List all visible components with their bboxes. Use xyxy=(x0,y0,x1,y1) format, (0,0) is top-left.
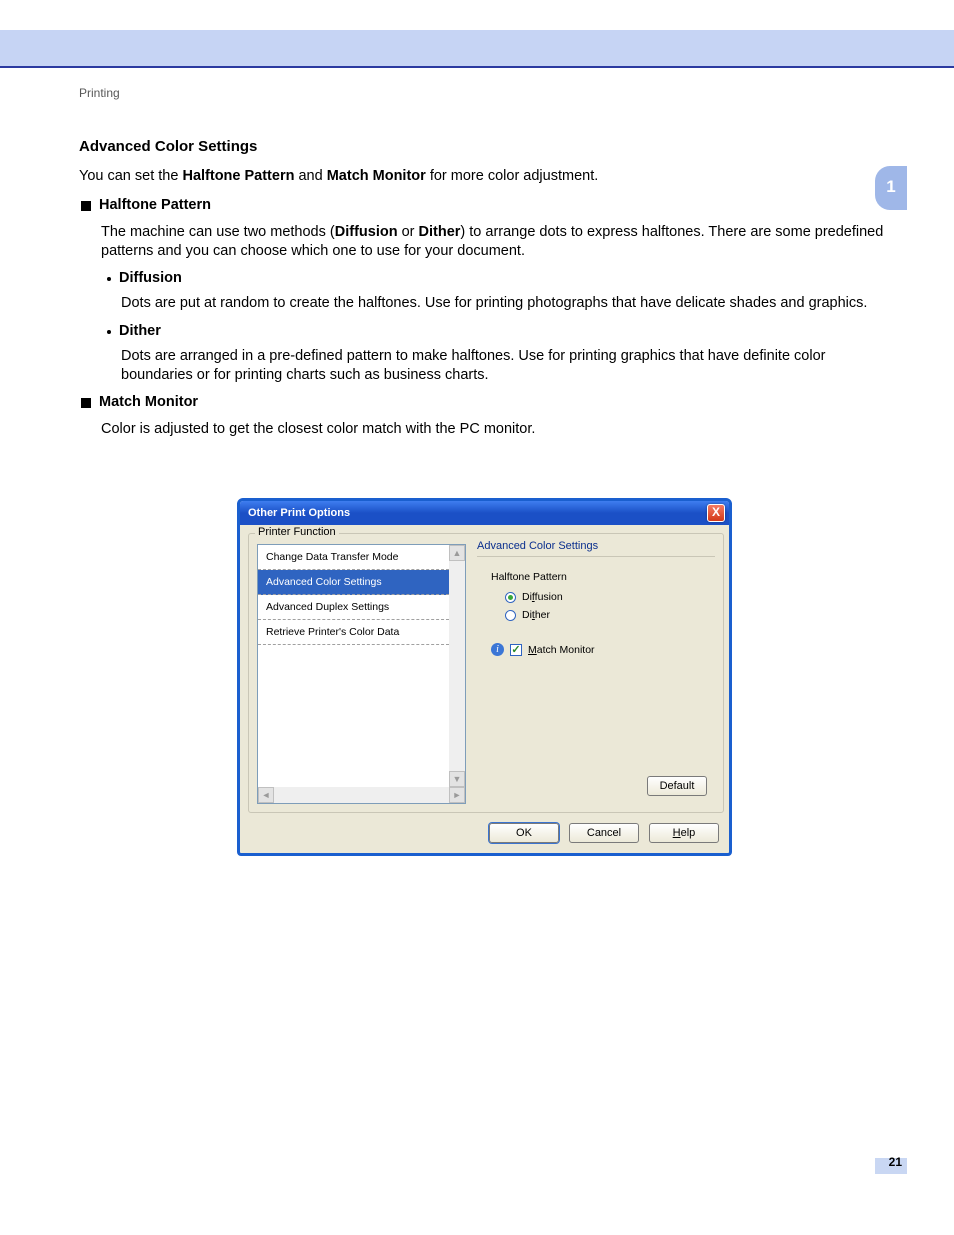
printer-function-list[interactable]: Change Data Transfer Mode Advanced Color… xyxy=(257,544,466,804)
settings-pane: Advanced Color Settings Halftone Pattern… xyxy=(477,540,715,804)
dialog-titlebar[interactable]: Other Print Options X xyxy=(240,501,729,525)
section-title: Advanced Color Settings xyxy=(79,137,889,157)
halftone-paragraph: The machine can use two methods (Diffusi… xyxy=(101,223,889,261)
bullet-title: Dither xyxy=(119,322,161,341)
square-bullet-icon xyxy=(81,398,91,408)
bullet-dot-icon xyxy=(107,330,111,334)
list-item-advanced-color-settings[interactable]: Advanced Color Settings xyxy=(258,570,449,595)
radio-dither[interactable]: Dither xyxy=(505,609,715,621)
intro-paragraph: You can set the Halftone Pattern and Mat… xyxy=(79,167,889,186)
info-icon[interactable]: i xyxy=(491,643,504,656)
match-monitor-row[interactable]: i Match Monitor xyxy=(491,643,715,656)
subsection-title: Match Monitor xyxy=(99,393,198,412)
dialog-bottom-buttons: OK Cancel Help xyxy=(489,823,719,843)
radio-icon[interactable] xyxy=(505,592,516,603)
radio-diffusion[interactable]: Diffusion xyxy=(505,591,715,603)
header-band xyxy=(0,30,954,66)
subsection-match-monitor: Match Monitor xyxy=(79,393,889,412)
help-button[interactable]: Help xyxy=(649,823,719,843)
bullet-dither: Dither xyxy=(107,322,889,341)
text: and xyxy=(294,168,326,184)
list-item-advanced-duplex-settings[interactable]: Advanced Duplex Settings xyxy=(258,595,449,620)
page-number: 21 xyxy=(889,1155,902,1169)
dialog-title: Other Print Options xyxy=(248,507,350,519)
header-rule xyxy=(0,66,954,68)
scroll-down-icon[interactable]: ▼ xyxy=(449,771,465,787)
text: for more color adjustment. xyxy=(426,168,598,184)
text-bold: Diffusion xyxy=(335,224,398,240)
radio-label: Diffusion xyxy=(522,591,563,603)
settings-pane-rule xyxy=(477,556,715,557)
square-bullet-icon xyxy=(81,201,91,211)
bullet-diffusion: Diffusion xyxy=(107,269,889,288)
printer-function-groupbox: Printer Function Change Data Transfer Mo… xyxy=(248,533,724,813)
radio-icon[interactable] xyxy=(505,610,516,621)
text: The machine can use two methods ( xyxy=(101,224,335,240)
subsection-title: Halftone Pattern xyxy=(99,196,211,215)
match-monitor-paragraph: Color is adjusted to get the closest col… xyxy=(101,420,889,439)
text-bold: Halftone Pattern xyxy=(182,168,294,184)
groupbox-label: Printer Function xyxy=(255,526,339,538)
ok-button[interactable]: OK xyxy=(489,823,559,843)
subsection-halftone: Halftone Pattern xyxy=(79,196,889,215)
list-vertical-scrollbar[interactable]: ▲ ▼ xyxy=(449,545,465,787)
close-button[interactable]: X xyxy=(707,504,725,522)
list-horizontal-scrollbar[interactable]: ◄ ► xyxy=(258,787,465,803)
scroll-up-icon[interactable]: ▲ xyxy=(449,545,465,561)
scroll-right-icon[interactable]: ► xyxy=(449,787,465,803)
cancel-button[interactable]: Cancel xyxy=(569,823,639,843)
text: or xyxy=(398,224,419,240)
list-inner: Change Data Transfer Mode Advanced Color… xyxy=(258,545,449,787)
list-item-change-data-transfer-mode[interactable]: Change Data Transfer Mode xyxy=(258,545,449,570)
radio-label: Dither xyxy=(522,609,550,621)
breadcrumb: Printing xyxy=(79,86,120,100)
bullet-title: Diffusion xyxy=(119,269,182,288)
list-item-retrieve-printers-color-data[interactable]: Retrieve Printer's Color Data xyxy=(258,620,449,645)
default-button[interactable]: Default xyxy=(647,776,707,796)
other-print-options-dialog: Other Print Options X Printer Function C… xyxy=(237,498,732,856)
bullet-dot-icon xyxy=(107,277,111,281)
text: You can set the xyxy=(79,168,182,184)
scroll-left-icon[interactable]: ◄ xyxy=(258,787,274,803)
dither-paragraph: Dots are arranged in a pre-defined patte… xyxy=(121,347,889,385)
match-monitor-checkbox[interactable] xyxy=(510,644,522,656)
text-bold: Match Monitor xyxy=(327,168,426,184)
settings-pane-title: Advanced Color Settings xyxy=(477,540,715,552)
text-bold: Dither xyxy=(419,224,461,240)
screenshot-dialog: Other Print Options X Printer Function C… xyxy=(237,498,732,856)
diffusion-paragraph: Dots are put at random to create the hal… xyxy=(121,294,889,313)
halftone-pattern-label: Halftone Pattern xyxy=(491,571,715,583)
match-monitor-label: Match Monitor xyxy=(528,644,595,656)
document-body: Advanced Color Settings You can set the … xyxy=(79,137,889,447)
